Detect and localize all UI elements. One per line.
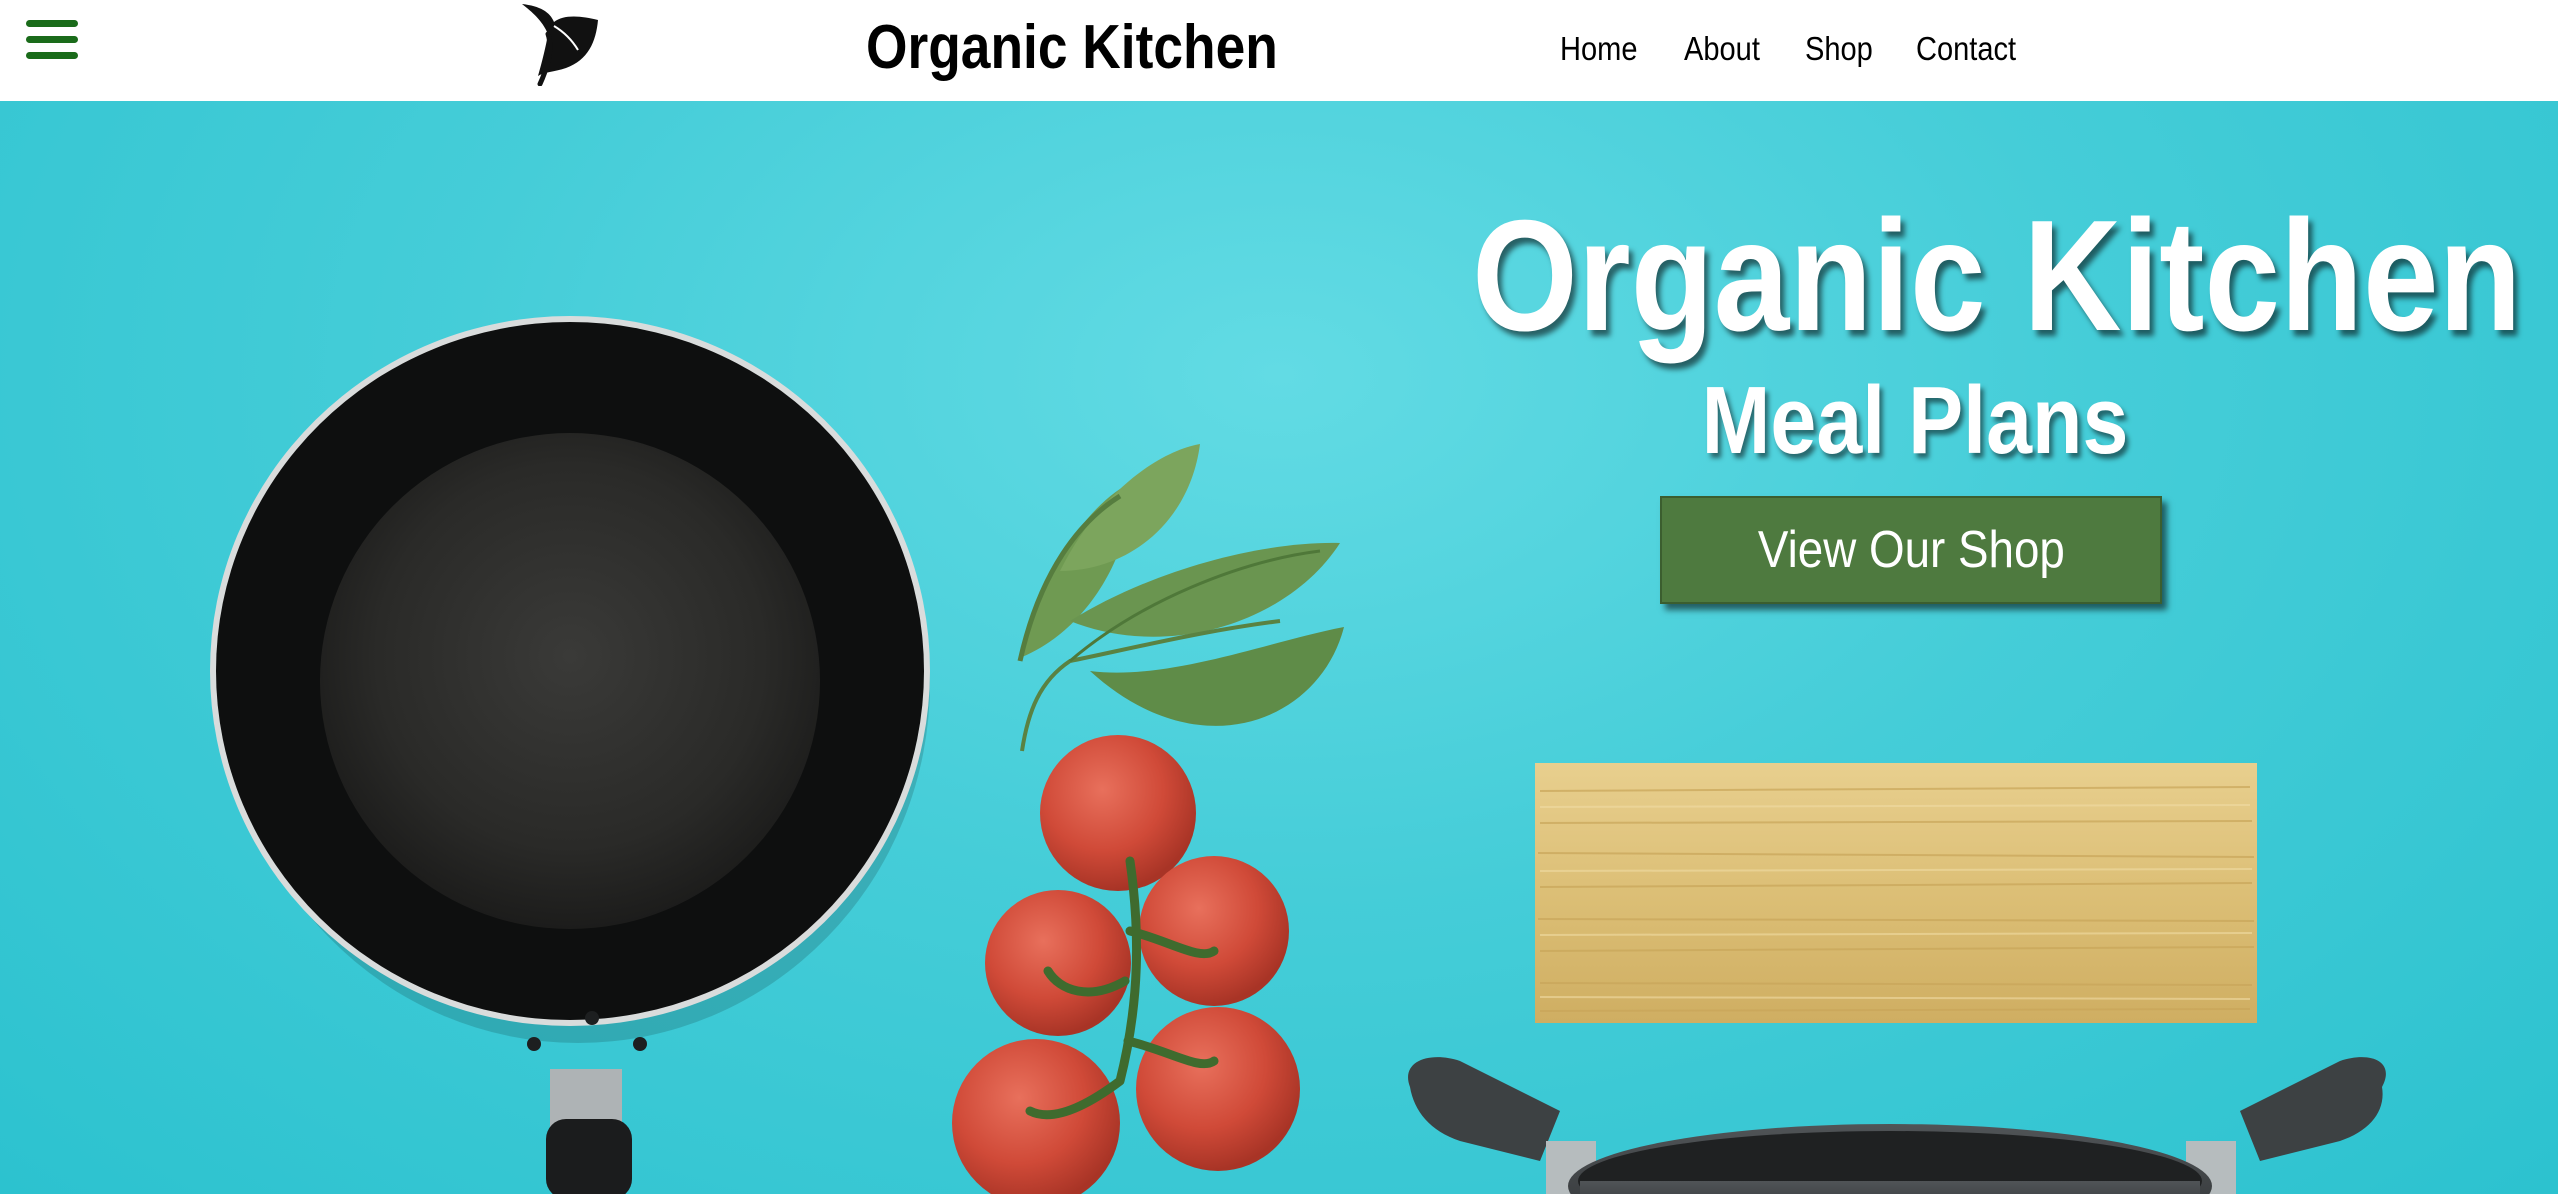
nav-link-contact[interactable]: Contact [1916,24,2016,74]
hero-subtitle: Meal Plans [1701,367,2129,474]
site-header: Organic Kitchen Home About Shop Contact [0,0,2558,101]
nav-link-shop[interactable]: Shop [1805,24,1873,74]
basil-leaves-illustration [1017,444,1344,752]
spaghetti-illustration [1535,763,2257,1023]
frying-pan-illustration [210,316,930,1194]
hero-banner: Organic Kitchen Meal Plans View Our Shop [0,101,2558,1194]
site-brand-title[interactable]: Organic Kitchen [866,8,1278,88]
tomatoes-illustration [952,735,1300,1194]
nav-link-about[interactable]: About [1684,24,1760,74]
view-shop-button[interactable]: View Our Shop [1660,496,2162,604]
hero-title: Organic Kitchen [1472,188,2522,364]
cooking-pot-illustration [1408,1057,2386,1194]
hamburger-menu-icon[interactable] [26,18,80,62]
nav-link-home[interactable]: Home [1560,24,1637,74]
view-shop-button-label: View Our Shop [1757,521,2065,579]
leaf-logo-icon[interactable] [518,2,604,86]
